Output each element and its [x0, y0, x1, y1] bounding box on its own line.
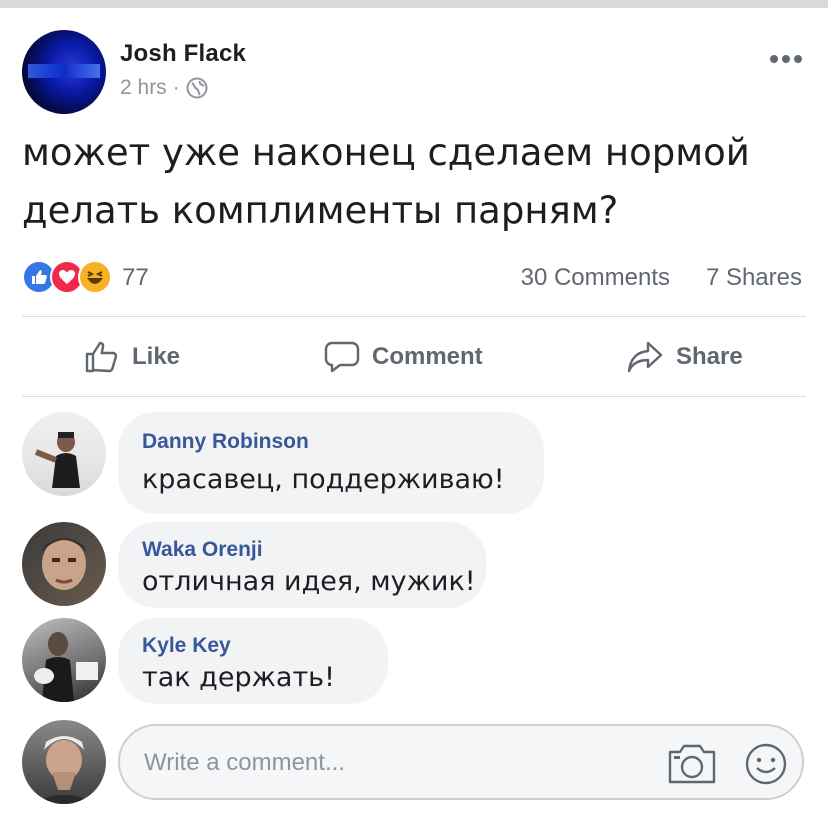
haha-reaction-icon [78, 260, 112, 294]
commenter-avatar[interactable] [22, 618, 106, 702]
post-text-line-1: может уже наконец сделаем нормой [22, 131, 750, 174]
comment-text: отличная идея, мужик! [142, 566, 476, 597]
current-user-avatar[interactable] [22, 720, 106, 804]
top-bar [0, 0, 828, 8]
comment-label: Comment [372, 343, 483, 370]
like-label: Like [132, 343, 181, 370]
comment-input[interactable] [144, 744, 644, 782]
comment-item: Danny Robinson красавец, поддерживаю! [22, 412, 812, 514]
commenter-name[interactable]: Waka Orenji [142, 538, 263, 562]
comment-bubble: Kyle Key так держать! [118, 618, 388, 704]
meta-separator: · [172, 76, 180, 99]
author-name[interactable]: Josh Flack [120, 40, 246, 68]
smile-icon[interactable] [744, 742, 788, 791]
reaction-count[interactable]: 77 [122, 264, 149, 292]
divider-bottom [22, 396, 806, 397]
reaction-icons[interactable] [22, 260, 112, 294]
comment-bubble: Danny Robinson красавец, поддерживаю! [118, 412, 544, 514]
shares-count[interactable]: 7 Shares [706, 264, 802, 292]
share-button[interactable]: Share [626, 318, 743, 396]
comments-count[interactable]: 30 Comments [521, 264, 670, 292]
post-meta: 2 hrs · [120, 76, 208, 100]
like-button[interactable]: Like [84, 318, 180, 396]
comment-input-box[interactable] [118, 724, 804, 800]
comment-icon [324, 340, 360, 374]
share-icon [626, 340, 664, 374]
comment-item: Waka Orenji отличная идея, мужик! [22, 522, 812, 608]
commenter-avatar[interactable] [22, 412, 106, 496]
more-options-icon[interactable] [768, 50, 804, 64]
reactions-summary: 77 30 Comments 7 Shares [22, 258, 806, 298]
post-text: может уже наконец сделаем нормой делать … [22, 124, 822, 240]
comment-text: красавец, поддерживаю! [142, 464, 505, 495]
comment-bubble: Waka Orenji отличная идея, мужик! [118, 522, 486, 608]
globe-icon [186, 77, 208, 99]
camera-icon[interactable] [666, 742, 718, 791]
post-text-line-2: делать комплименты парням? [22, 189, 619, 232]
commenter-name[interactable]: Danny Robinson [142, 430, 309, 454]
post-header: Josh Flack 2 hrs · [22, 30, 812, 114]
post-actions: Like Comment Share [22, 318, 806, 396]
comment-item: Kyle Key так держать! [22, 618, 812, 704]
commenter-avatar[interactable] [22, 522, 106, 606]
comment-button[interactable]: Comment [324, 318, 483, 396]
commenter-name[interactable]: Kyle Key [142, 634, 231, 658]
comment-composer [22, 720, 812, 804]
post-time[interactable]: 2 hrs [120, 76, 167, 100]
share-label: Share [676, 343, 743, 370]
comment-text: так держать! [142, 662, 335, 693]
divider-top [22, 316, 806, 317]
author-avatar[interactable] [22, 30, 106, 114]
like-icon [84, 340, 120, 374]
